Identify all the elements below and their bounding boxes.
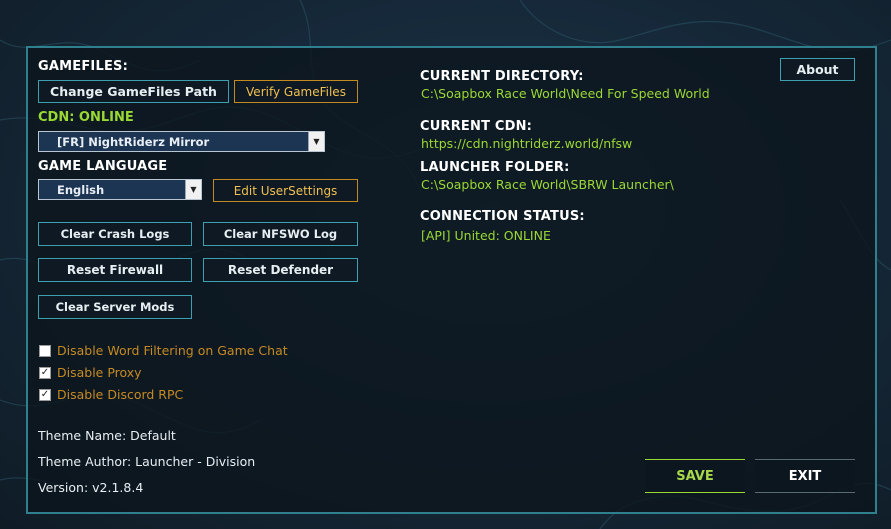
disable-discord-rpc-label: Disable Discord RPC — [57, 387, 184, 402]
current-cdn-header: CURRENT CDN: — [420, 119, 533, 134]
connection-status-value: [API] United: ONLINE — [421, 228, 551, 243]
change-gamefiles-path-button[interactable]: Change GameFiles Path — [38, 80, 229, 103]
cdn-selected-value: [FR] NightRiderz Mirror — [57, 134, 210, 149]
launcher-folder-value: C:\Soapbox Race World\SBRW Launcher\ — [421, 177, 674, 192]
checkbox-unchecked[interactable] — [39, 344, 51, 357]
about-button[interactable]: About — [780, 58, 855, 81]
game-language-header: GAME LANGUAGE — [38, 159, 168, 174]
disable-proxy-label: Disable Proxy — [57, 365, 142, 380]
current-cdn-value: https://cdn.nightriderz.world/nfsw — [421, 136, 633, 151]
checkbox-checked[interactable]: ✓ — [39, 366, 51, 379]
language-selected-value: English — [57, 182, 105, 197]
clear-server-mods-button[interactable]: Clear Server Mods — [38, 295, 192, 319]
launcher-folder-header: LAUNCHER FOLDER: — [420, 160, 570, 175]
clear-crash-logs-button[interactable]: Clear Crash Logs — [38, 222, 192, 246]
save-button[interactable]: SAVE — [645, 459, 745, 493]
cdn-status-label: CDN: ONLINE — [38, 110, 134, 125]
disable-word-filtering-label: Disable Word Filtering on Game Chat — [57, 343, 288, 358]
cdn-select[interactable]: [FR] NightRiderz Mirror ▼ — [38, 131, 325, 152]
exit-button[interactable]: EXIT — [755, 459, 855, 493]
connection-status-header: CONNECTION STATUS: — [420, 209, 585, 224]
gamefiles-header: GAMEFILES: — [38, 59, 128, 74]
disable-word-filtering-option[interactable]: Disable Word Filtering on Game Chat — [39, 343, 288, 358]
theme-name-text: Theme Name: Default — [38, 428, 176, 443]
reset-firewall-button[interactable]: Reset Firewall — [38, 258, 192, 282]
edit-usersettings-button[interactable]: Edit UserSettings — [213, 179, 358, 202]
clear-nfswo-log-button[interactable]: Clear NFSWO Log — [203, 222, 358, 246]
chevron-down-icon[interactable]: ▼ — [308, 132, 324, 151]
disable-proxy-option[interactable]: ✓ Disable Proxy — [39, 365, 142, 380]
checkbox-checked[interactable]: ✓ — [39, 388, 51, 401]
current-directory-value: C:\Soapbox Race World\Need For Speed Wor… — [421, 86, 710, 101]
version-text: Version: v2.1.8.4 — [38, 480, 144, 495]
disable-discord-rpc-option[interactable]: ✓ Disable Discord RPC — [39, 387, 183, 402]
current-directory-header: CURRENT DIRECTORY: — [420, 69, 584, 84]
language-select[interactable]: English ▼ — [38, 179, 202, 200]
reset-defender-button[interactable]: Reset Defender — [203, 258, 358, 282]
theme-author-text: Theme Author: Launcher - Division — [38, 454, 256, 469]
chevron-down-icon[interactable]: ▼ — [185, 180, 201, 199]
verify-gamefiles-button[interactable]: Verify GameFiles — [234, 80, 358, 103]
